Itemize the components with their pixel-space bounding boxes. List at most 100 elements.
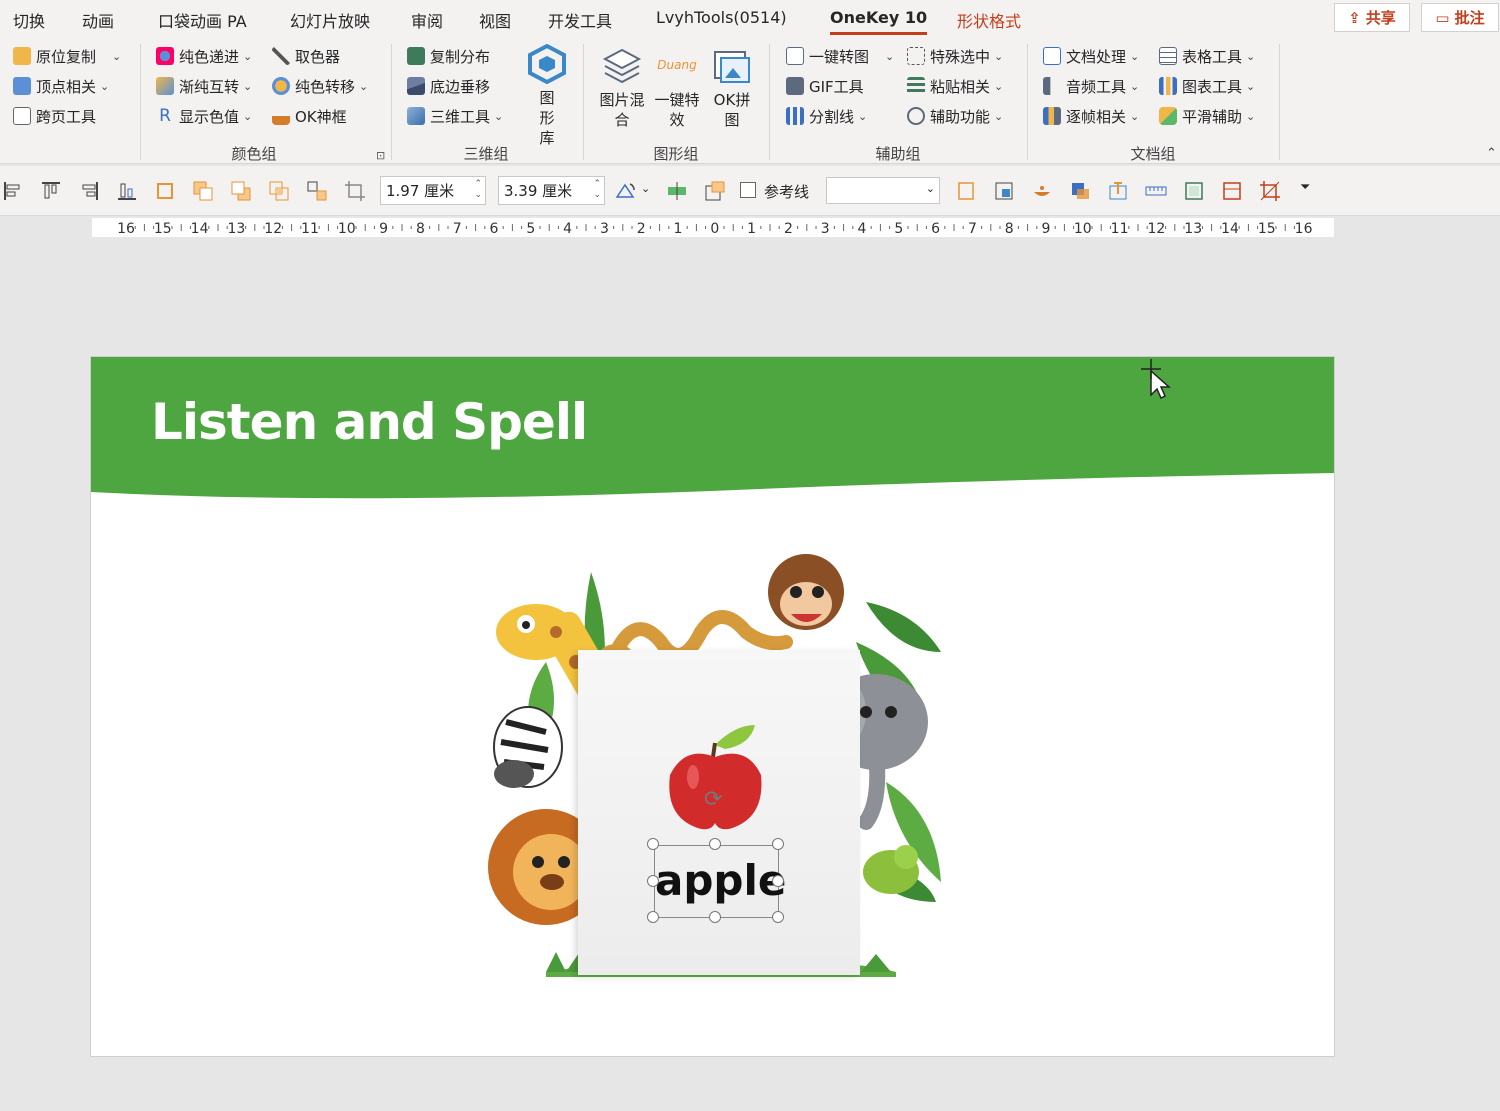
chart-tools-button[interactable]: 图表工具 ⌄ xyxy=(1159,74,1255,98)
resize-handle[interactable] xyxy=(709,838,721,850)
image-frame-icon[interactable] xyxy=(993,180,1015,202)
tab-view[interactable]: 视图 xyxy=(479,8,511,32)
collapse-ribbon-icon[interactable]: ⌃ xyxy=(1486,146,1497,161)
image-blend-button[interactable]: 图片混合 xyxy=(597,46,647,130)
ok-puzzle-button[interactable]: OK拼图 xyxy=(708,46,756,130)
tab-pocket-animation[interactable]: 口袋动画 PA xyxy=(158,8,247,32)
page-icon xyxy=(13,107,31,125)
clear-crop-icon[interactable] xyxy=(1259,180,1281,202)
rotate-handle-icon[interactable]: ⟳ xyxy=(704,787,722,812)
divider-line-button[interactable]: 分割线 ⌄ xyxy=(786,104,867,128)
resize-handle[interactable] xyxy=(709,911,721,923)
group-icon[interactable] xyxy=(306,180,328,202)
resize-handle[interactable] xyxy=(647,875,659,887)
tab-lvyhtools[interactable]: LvyhTools(0514) xyxy=(656,8,787,27)
spinner-arrows-icon[interactable]: ⌃ ⌄ xyxy=(593,179,601,201)
comment-button[interactable]: ▭ 批注 xyxy=(1421,3,1499,32)
3d-tools-button[interactable]: 三维工具 ⌄ xyxy=(407,104,503,128)
intersect-icon[interactable] xyxy=(268,180,290,202)
selection-pane-icon[interactable] xyxy=(704,180,726,202)
cross-page-button[interactable]: 跨页工具 xyxy=(13,104,96,128)
shape-height-input[interactable]: 1.97 厘米 ⌃ ⌄ xyxy=(380,176,486,205)
align-right-icon[interactable] xyxy=(78,180,100,202)
style-dropdown[interactable]: ⌄ xyxy=(826,177,940,204)
special-select-button[interactable]: 特殊选中 ⌄ xyxy=(907,44,1003,68)
share-button[interactable]: ⇪ 共享 xyxy=(1334,3,1410,32)
pointer-icon xyxy=(907,107,925,125)
tab-slideshow[interactable]: 幻灯片放映 xyxy=(290,8,370,32)
audio-tools-button[interactable]: 音频工具 ⌄ xyxy=(1043,74,1139,98)
ruler-label: 0 xyxy=(710,221,719,237)
shape-width-input[interactable]: 3.39 厘米 ⌃ ⌄ xyxy=(498,176,605,205)
doc-process-button[interactable]: 文档处理 ⌄ xyxy=(1043,44,1139,68)
align-top-icon[interactable] xyxy=(40,180,62,202)
table-tools-button[interactable]: 表格工具 ⌄ xyxy=(1159,44,1255,68)
smooth-assist-button[interactable]: 平滑辅助 ⌄ xyxy=(1159,104,1255,128)
turtle-illustration xyxy=(863,845,919,894)
word-textbox[interactable]: apple xyxy=(654,845,786,918)
divider xyxy=(1279,44,1280,160)
bar-chart-icon xyxy=(1159,77,1177,95)
ruler-label: 6 xyxy=(490,221,499,237)
distribute-icon[interactable] xyxy=(666,180,688,202)
ruler-label: 5 xyxy=(526,221,535,237)
text-box-icon[interactable] xyxy=(1107,180,1129,202)
paste-related-button[interactable]: 粘贴相关 ⌄ xyxy=(907,74,1003,98)
copy-distribute-button[interactable]: 复制分布 xyxy=(407,44,490,68)
align-left-icon[interactable] xyxy=(2,180,24,202)
vertex-button[interactable]: 顶点相关 ⌄ xyxy=(13,74,109,98)
show-color-value-button[interactable]: R 显示色值 ⌄ xyxy=(156,104,252,128)
to-image-button[interactable]: 一键转图 ⌄ xyxy=(786,44,894,68)
shape-outline-icon[interactable] xyxy=(154,180,176,202)
shadow-icon[interactable] xyxy=(1069,180,1091,202)
guide-checkbox[interactable] xyxy=(740,182,756,198)
layout-icon[interactable] xyxy=(1221,180,1243,202)
gif-tools-button[interactable]: GIF工具 xyxy=(786,74,864,98)
ok-frame-button[interactable]: OK神框 xyxy=(272,104,347,128)
resize-handle[interactable] xyxy=(647,838,659,850)
customize-toolbar-icon[interactable]: ⏷ xyxy=(1300,180,1310,195)
color-transfer-button[interactable]: 纯色转移 ⌄ xyxy=(272,74,368,98)
ruler-icon[interactable] xyxy=(1145,180,1167,202)
tab-animations[interactable]: 动画 xyxy=(82,8,114,32)
tab-shape-format[interactable]: 形状格式 xyxy=(957,8,1021,32)
one-click-effect-button[interactable]: Duang 一键特效 xyxy=(652,46,702,130)
in-place-copy-button[interactable]: 原位复制 ⌄ xyxy=(13,44,121,68)
aux-function-button[interactable]: 辅助功能 ⌄ xyxy=(907,104,1003,128)
tab-developer[interactable]: 开发工具 xyxy=(548,8,612,32)
bring-forward-icon[interactable] xyxy=(192,180,214,202)
apple-illustration[interactable] xyxy=(665,715,765,835)
frame-related-button[interactable]: 逐帧相关 ⌄ xyxy=(1043,104,1139,128)
shape-library-button[interactable]: 图形库 xyxy=(526,44,568,148)
spinner-arrows-icon[interactable]: ⌃ ⌄ xyxy=(474,179,482,201)
resize-handle[interactable] xyxy=(772,838,784,850)
solid-progress-button[interactable]: 纯色递进 ⌄ xyxy=(156,44,252,68)
resize-handle[interactable] xyxy=(772,875,784,887)
slide-size-icon[interactable] xyxy=(1183,180,1205,202)
resize-handle[interactable] xyxy=(772,911,784,923)
slide-canvas[interactable]: Listen and Spell apple ⟳ xyxy=(90,356,1335,1057)
tab-review[interactable]: 审阅 xyxy=(411,8,443,32)
tab-transitions[interactable]: 切换 xyxy=(13,8,45,32)
ruler-label: 12 xyxy=(1147,221,1165,237)
chevron-down-icon: ⌄ xyxy=(1130,79,1140,93)
frame-icon[interactable] xyxy=(955,180,977,202)
eyedropper-icon xyxy=(272,47,290,65)
gradient-convert-button[interactable]: 渐纯互转 ⌄ xyxy=(156,74,252,98)
ruler-label: 12 xyxy=(264,221,282,237)
tab-onekey[interactable]: OneKey 10 xyxy=(830,8,928,35)
align-bottom-icon[interactable] xyxy=(116,180,138,202)
rotate-icon[interactable] xyxy=(614,180,636,202)
chevron-down-icon[interactable]: ⌄ xyxy=(641,182,650,195)
bottom-drop-button[interactable]: 底边垂移 xyxy=(407,74,490,98)
slide-title[interactable]: Listen and Spell xyxy=(151,393,588,451)
ruler-label: 3 xyxy=(600,221,609,237)
ruler-label: 10 xyxy=(338,221,356,237)
crop-icon[interactable] xyxy=(344,180,366,202)
lamp-icon[interactable] xyxy=(1031,180,1053,202)
eyedropper-button[interactable]: 取色器 xyxy=(272,44,340,68)
resize-handle[interactable] xyxy=(647,911,659,923)
send-backward-icon[interactable] xyxy=(230,180,252,202)
dialog-launcher-icon[interactable]: ⊡ xyxy=(376,149,385,162)
ribbon: 原位复制 ⌄ 顶点相关 ⌄ 跨页工具 纯色递进 ⌄ 渐纯互转 ⌄ R 显示色值 ⌄ 取色器 … xyxy=(0,36,1500,164)
